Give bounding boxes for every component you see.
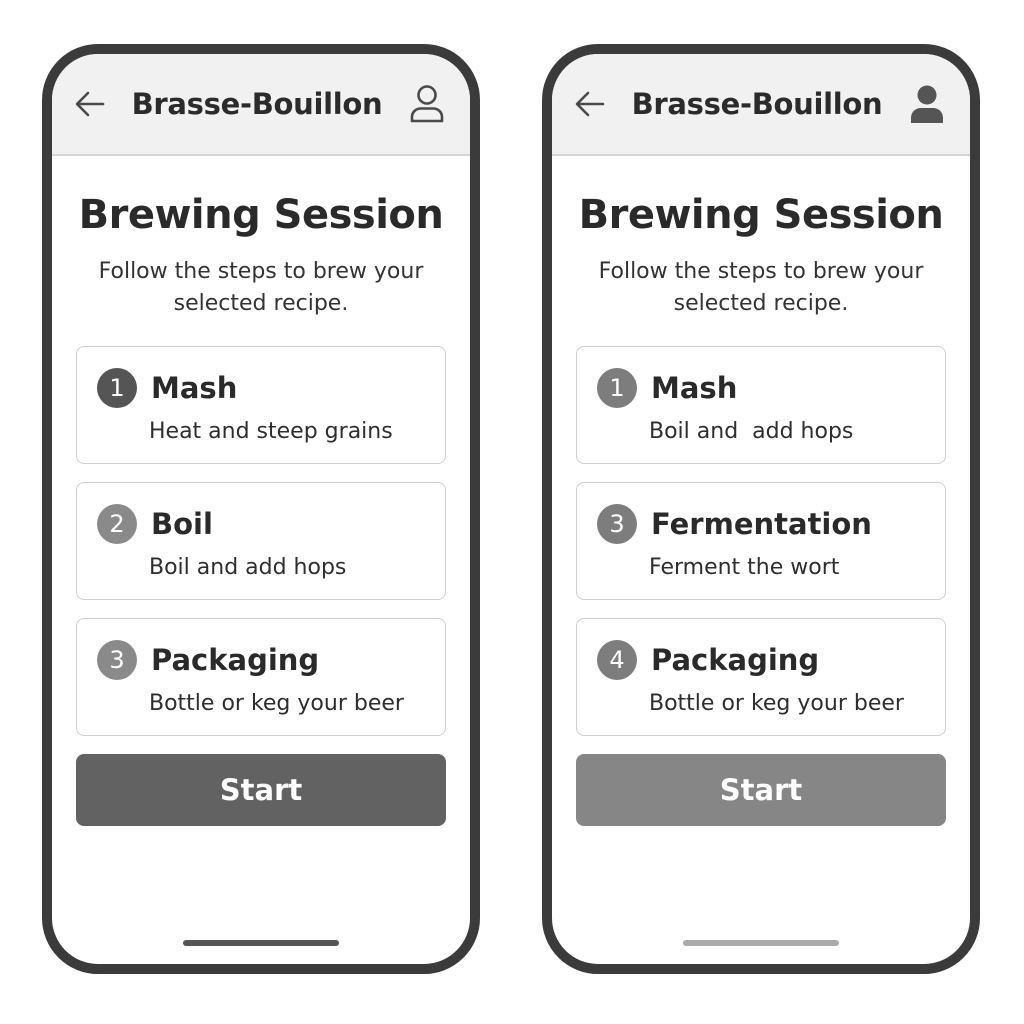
arrow-left-icon[interactable] <box>574 88 606 120</box>
step-number-badge: 4 <box>597 640 637 680</box>
step-description: Boil and add hops <box>649 419 854 444</box>
step-number-badge: 1 <box>597 368 637 408</box>
step-number-badge: 3 <box>597 504 637 544</box>
arrow-left-icon[interactable] <box>74 88 106 120</box>
user-outline-icon[interactable] <box>408 84 446 124</box>
steps-list: 1 Mash Heat and steep grains 2 Boil Boil… <box>76 346 446 736</box>
app-header: Brasse-Bouillon <box>552 54 970 156</box>
app-title: Brasse-Bouillon <box>131 87 383 121</box>
step-title: Packaging <box>151 643 320 677</box>
app-title: Brasse-Bouillon <box>631 87 883 121</box>
page-subtitle: Follow the steps to brew your selected r… <box>98 259 424 316</box>
page-subtitle: Follow the steps to brew your selected r… <box>598 259 924 316</box>
step-number-badge: 1 <box>97 368 137 408</box>
step-description: Boil and add hops <box>149 555 347 580</box>
start-button[interactable]: Start <box>576 754 946 826</box>
page-title: Brewing Session <box>578 192 944 238</box>
user-filled-icon[interactable] <box>908 84 946 124</box>
step-card-packaging[interactable]: 4 Packaging Bottle or keg your beer <box>576 618 946 736</box>
step-description: Heat and steep grains <box>149 419 393 444</box>
step-card-mash[interactable]: 1 Mash Heat and steep grains <box>76 346 446 464</box>
step-card-boil[interactable]: 2 Boil Boil and add hops <box>76 482 446 600</box>
main-content: Brewing Session Follow the steps to brew… <box>552 192 970 826</box>
app-header: Brasse-Bouillon <box>52 54 470 156</box>
step-title: Boil <box>151 507 213 541</box>
step-description: Ferment the wort <box>649 555 840 580</box>
main-content: Brewing Session Follow the steps to brew… <box>52 192 470 826</box>
step-title: Mash <box>651 371 738 405</box>
step-title: Fermentation <box>651 507 872 541</box>
page-title: Brewing Session <box>78 192 444 238</box>
step-card-packaging[interactable]: 3 Packaging Bottle or keg your beer <box>76 618 446 736</box>
start-button[interactable]: Start <box>76 754 446 826</box>
step-number-badge: 2 <box>97 504 137 544</box>
step-description: Bottle or keg your beer <box>149 691 404 716</box>
home-indicator[interactable] <box>183 940 339 946</box>
phone-frame-2: Brasse-Bouillon Brewing Session Follow t… <box>542 44 980 974</box>
step-description: Bottle or keg your beer <box>649 691 904 716</box>
step-number-badge: 3 <box>97 640 137 680</box>
step-card-mash[interactable]: 1 Mash Boil and add hops <box>576 346 946 464</box>
step-card-fermentation[interactable]: 3 Fermentation Ferment the wort <box>576 482 946 600</box>
step-title: Mash <box>151 371 238 405</box>
step-title: Packaging <box>651 643 820 677</box>
steps-list: 1 Mash Boil and add hops 3 Fermentation … <box>576 346 946 736</box>
home-indicator[interactable] <box>683 940 839 946</box>
phone-frame-1: Brasse-Bouillon Brewing Session Follow t… <box>42 44 480 974</box>
